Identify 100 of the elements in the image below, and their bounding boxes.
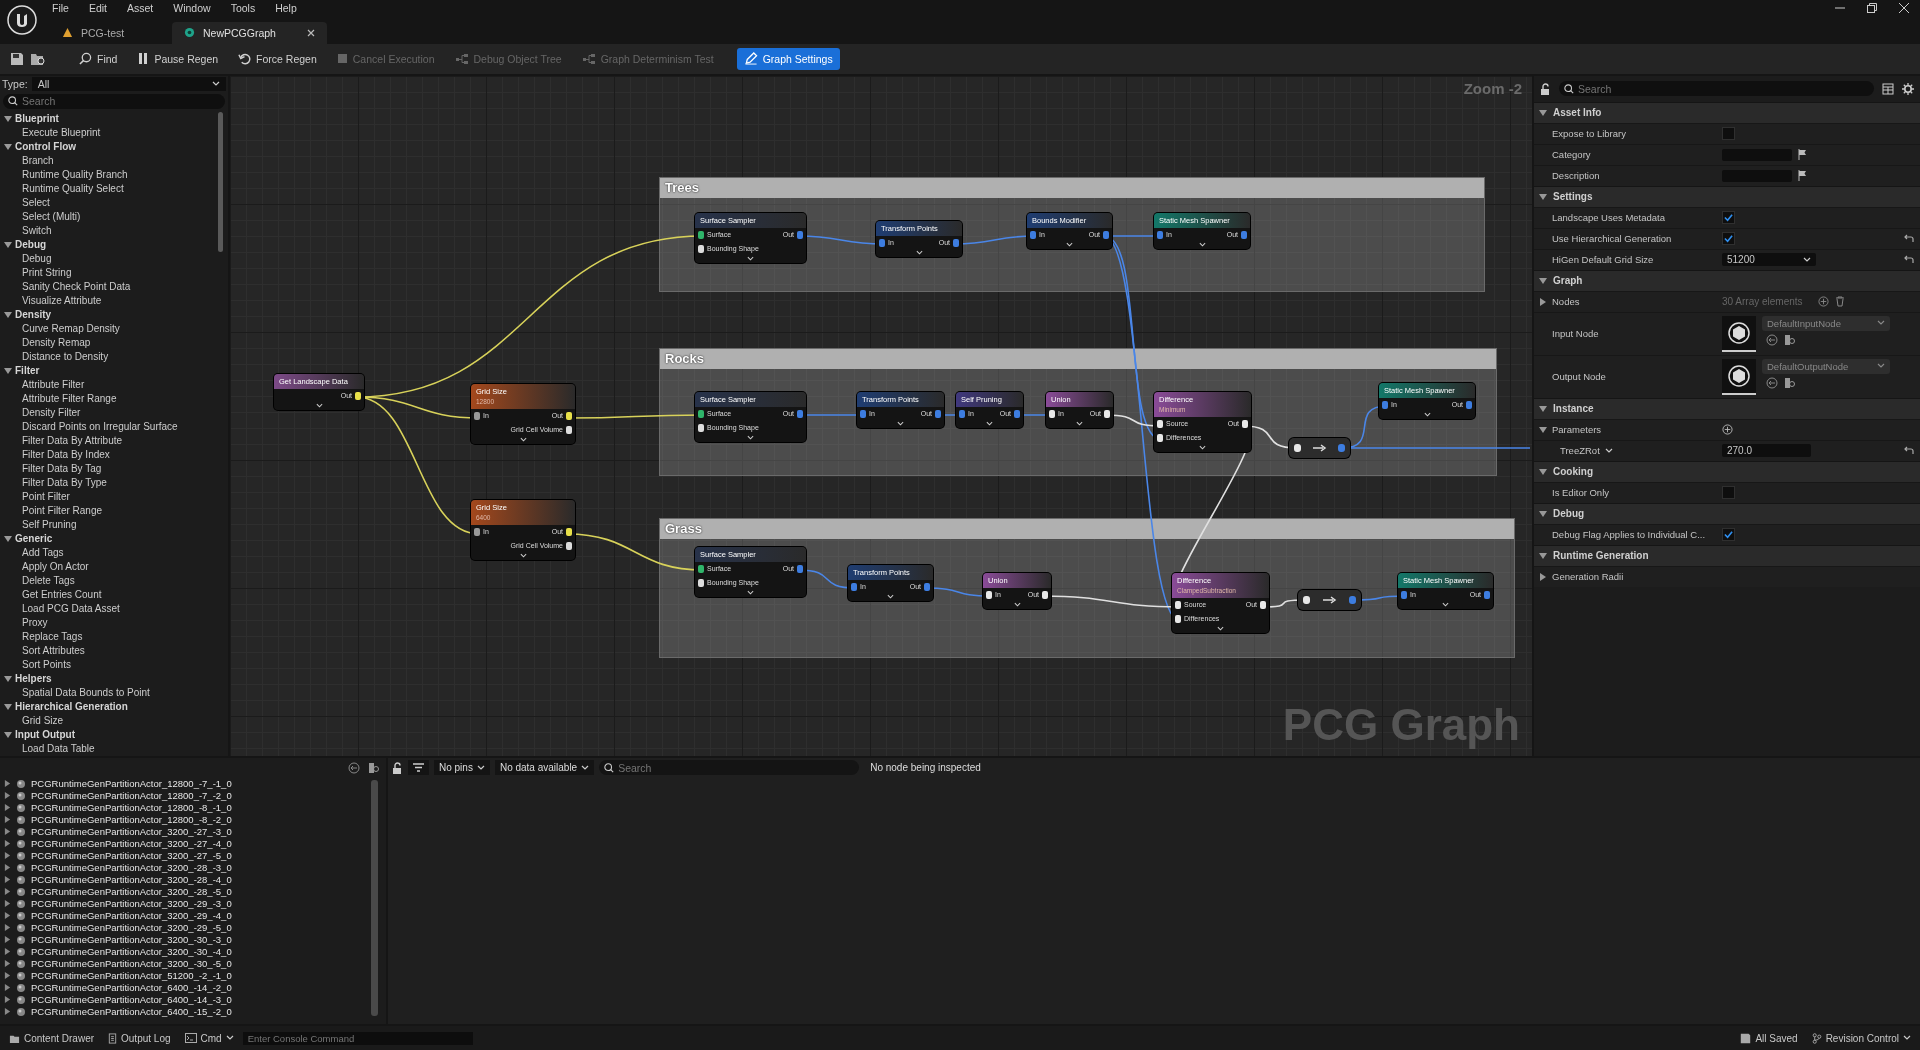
expand-arrow-icon[interactable]	[4, 936, 11, 944]
cmd-dropdown[interactable]: Cmd	[179, 1028, 239, 1049]
expand-arrow-icon[interactable]	[4, 984, 11, 992]
palette-item[interactable]: Sanity Check Point Data	[22, 281, 131, 293]
expand-arrow-icon[interactable]	[1539, 551, 1547, 560]
actor-label[interactable]: PCGRuntimeGenPartitionActor_3200_-28_-4_0	[31, 874, 232, 886]
chevron-icon[interactable]	[1198, 241, 1206, 247]
pins-dropdown[interactable]: No pins	[434, 760, 490, 776]
actor-label[interactable]: PCGRuntimeGenPartitionActor_3200_-29_-5_0	[31, 922, 232, 934]
palette-item[interactable]: Filter Data By Tag	[22, 463, 102, 475]
table-icon[interactable]	[1882, 82, 1894, 95]
chevron-icon[interactable]	[1066, 241, 1073, 247]
chevron-icon[interactable]	[1199, 444, 1206, 450]
chevron-icon[interactable]	[1076, 420, 1083, 426]
palette-item[interactable]: Switch	[22, 225, 52, 237]
expand-arrow-icon[interactable]	[1539, 276, 1547, 285]
expand-arrow-icon[interactable]	[4, 792, 11, 800]
expand-arrow-icon[interactable]	[4, 240, 12, 249]
actor-label[interactable]: PCGRuntimeGenPartitionActor_3200_-30_-3_0	[31, 934, 232, 946]
lock-icon[interactable]	[392, 761, 403, 774]
pin-icon[interactable]	[698, 423, 704, 432]
chevron-icon[interactable]	[315, 402, 323, 408]
reset-icon[interactable]	[1903, 255, 1914, 265]
pin-icon[interactable]	[1049, 409, 1055, 418]
palette-item[interactable]: Print String	[22, 267, 72, 279]
search-field[interactable]: Search	[1559, 81, 1874, 97]
close-icon[interactable]	[1898, 2, 1910, 14]
palette-item[interactable]: Sort Attributes	[22, 645, 85, 657]
actor-label[interactable]: PCGRuntimeGenPartitionActor_3200_-28_-3_0	[31, 862, 232, 874]
console-input[interactable]: Enter Console Command	[242, 1031, 473, 1045]
filter-button[interactable]	[408, 760, 429, 776]
content-drawer-button[interactable]: Content Drawer	[4, 1028, 100, 1049]
expand-arrow-icon[interactable]	[4, 972, 11, 980]
toolbar-button[interactable]: Pause Regen	[130, 47, 226, 70]
use-selected-icon[interactable]	[348, 761, 360, 774]
palette-item[interactable]: Select	[22, 197, 50, 209]
expand-arrow-icon[interactable]	[4, 730, 12, 739]
expand-arrow-icon[interactable]	[4, 114, 12, 123]
expand-arrow-icon[interactable]	[1539, 467, 1547, 476]
pin-icon[interactable]	[1242, 419, 1248, 428]
output-log-button[interactable]: Output Log	[103, 1028, 176, 1049]
browse-icon[interactable]	[30, 51, 46, 66]
expand-arrow-icon[interactable]	[4, 996, 11, 1004]
chevron-icon[interactable]	[747, 434, 754, 440]
expand-arrow-icon[interactable]	[1539, 108, 1547, 117]
expand-arrow-icon[interactable]	[1539, 297, 1547, 306]
expand-arrow-icon[interactable]	[1539, 572, 1547, 581]
lock-icon[interactable]	[1540, 82, 1551, 95]
value-dropdown[interactable]: 51200	[1722, 253, 1816, 267]
pin-icon[interactable]	[566, 527, 572, 536]
expand-arrow-icon[interactable]	[4, 948, 11, 956]
palette-item[interactable]: Sort Points	[22, 659, 71, 671]
pin-icon[interactable]	[474, 527, 480, 536]
asset-dropdown[interactable]: DefaultInputNode	[1762, 315, 1890, 331]
palette-item[interactable]: Discard Points on Irregular Surface	[22, 421, 178, 433]
category-label[interactable]: Generic	[15, 533, 53, 545]
palette-item[interactable]: Point Filter Range	[22, 505, 103, 517]
browse-icon[interactable]	[1784, 333, 1796, 346]
restore-icon[interactable]	[1866, 2, 1878, 14]
actor-label[interactable]: PCGRuntimeGenPartitionActor_3200_-29_-4_0	[31, 910, 232, 922]
palette-item[interactable]: Execute Blueprint	[22, 127, 101, 139]
expand-arrow-icon[interactable]	[4, 702, 12, 711]
expand-arrow-icon[interactable]	[4, 912, 11, 920]
expand-arrow-icon[interactable]	[4, 1008, 11, 1016]
pin-icon[interactable]	[1104, 409, 1110, 418]
palette-item[interactable]: Proxy	[22, 617, 48, 629]
flag-icon[interactable]	[1798, 170, 1807, 182]
flag-icon[interactable]	[1798, 149, 1807, 161]
save-icon[interactable]	[10, 51, 24, 66]
palette-item[interactable]: Attribute Filter	[22, 379, 85, 391]
category-label[interactable]: Helpers	[15, 673, 52, 685]
palette-item[interactable]: Density Remap	[22, 337, 91, 349]
actor-label[interactable]: PCGRuntimeGenPartitionActor_12800_-8_-2_0	[31, 814, 232, 826]
actor-label[interactable]: PCGRuntimeGenPartitionActor_51200_-2_-1_0	[31, 970, 232, 982]
menu-item[interactable]: Asset	[127, 2, 154, 14]
expand-arrow-icon[interactable]	[4, 804, 11, 812]
expand-arrow-icon[interactable]	[1539, 425, 1547, 434]
category-label[interactable]: Hierarchical Generation	[15, 701, 128, 713]
pin-icon[interactable]	[1157, 419, 1163, 428]
expand-arrow-icon[interactable]	[4, 864, 11, 872]
actor-label[interactable]: PCGRuntimeGenPartitionActor_3200_-29_-3_0	[31, 898, 232, 910]
actor-label[interactable]: PCGRuntimeGenPartitionActor_12800_-7_-2_0	[31, 790, 232, 802]
palette-item[interactable]: Filter Data By Type	[22, 477, 107, 489]
palette-item[interactable]: Curve Remap Density	[22, 323, 120, 335]
pin-icon[interactable]	[698, 409, 704, 418]
category-label[interactable]: Filter	[15, 365, 40, 377]
checkbox[interactable]	[1722, 211, 1735, 225]
expand-arrow-icon[interactable]	[4, 900, 11, 908]
chevron-icon[interactable]	[1217, 625, 1224, 631]
expand-arrow-icon[interactable]	[4, 366, 12, 375]
search-field[interactable]: Search	[3, 93, 225, 109]
actor-label[interactable]: PCGRuntimeGenPartitionActor_3200_-28_-5_0	[31, 886, 232, 898]
expand-arrow-icon[interactable]	[4, 142, 12, 151]
palette-item[interactable]: Debug	[22, 253, 52, 265]
checkbox[interactable]	[1722, 528, 1735, 542]
chevron-icon[interactable]	[897, 420, 904, 426]
pin-icon[interactable]	[698, 230, 704, 239]
menu-item[interactable]: Window	[173, 2, 211, 14]
expand-arrow-icon[interactable]	[4, 888, 11, 896]
actor-label[interactable]: PCGRuntimeGenPartitionActor_6400_-14_-2_0	[31, 982, 232, 994]
